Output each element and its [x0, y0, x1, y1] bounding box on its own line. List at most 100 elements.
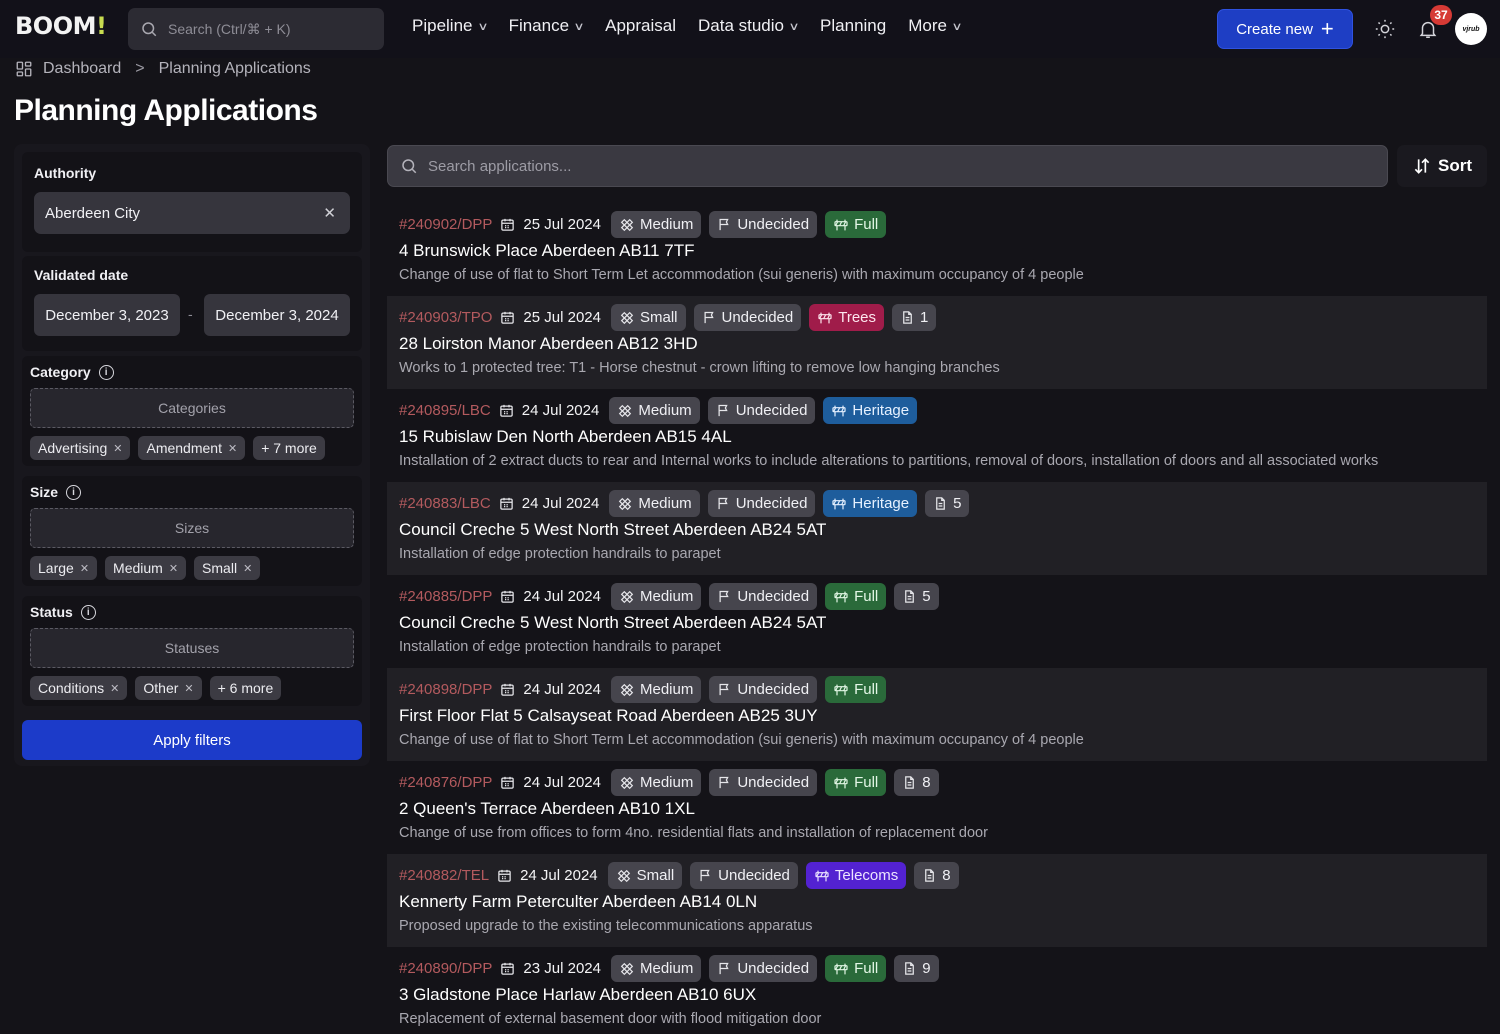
calendar-icon — [501, 776, 515, 789]
application-ref[interactable]: #240902/DPP — [399, 216, 492, 233]
authority-select[interactable]: Aberdeen City ✕ — [34, 192, 350, 234]
nav-appraisal[interactable]: Appraisal — [605, 16, 676, 36]
clear-icon[interactable]: ✕ — [323, 204, 336, 222]
remove-icon[interactable]: ✕ — [184, 682, 193, 695]
chip-amendment[interactable]: Amendment ✕ — [138, 436, 246, 460]
remove-icon[interactable]: ✕ — [80, 562, 89, 575]
applications-search-input[interactable]: Search applications... — [387, 145, 1388, 187]
application-address[interactable]: Council Creche 5 West North Street Aberd… — [399, 613, 1475, 637]
application-ref[interactable]: #240885/DPP — [399, 588, 492, 605]
chip-large[interactable]: Large ✕ — [30, 556, 98, 580]
nav-data-studio[interactable]: Data studio ∨ — [697, 16, 800, 36]
application-address[interactable]: 3 Gladstone Place Harlaw Aberdeen AB10 6… — [399, 985, 1475, 1009]
remove-icon[interactable]: ✕ — [110, 682, 119, 695]
validated-date: 25 Jul 2024 — [500, 216, 601, 233]
user-avatar[interactable]: vjrub — [1455, 13, 1487, 45]
remove-icon[interactable]: ✕ — [228, 442, 237, 455]
nav-pipeline[interactable]: Pipeline ∨ — [412, 16, 488, 36]
application-ref[interactable]: #240903/TPO — [399, 309, 492, 326]
application-row[interactable]: #240903/TPO 25 Jul 2024 Small Undecided … — [387, 296, 1487, 389]
nav-label: Data studio — [697, 16, 784, 35]
sort-button[interactable]: Sort — [1397, 145, 1487, 187]
application-address[interactable]: 2 Queen's Terrace Aberdeen AB10 1XL — [399, 799, 1475, 823]
theme-toggle-sun-icon[interactable] — [1374, 18, 1396, 40]
application-row[interactable]: #240883/LBC 24 Jul 2024 Medium Undecided… — [387, 482, 1487, 575]
application-row[interactable]: #240882/TEL 24 Jul 2024 Small Undecided … — [387, 854, 1487, 947]
date-separator: - — [188, 306, 193, 322]
info-icon[interactable]: i — [98, 364, 114, 380]
date-from-input[interactable]: December 3, 2023 — [34, 294, 180, 336]
validated-date: 24 Jul 2024 — [500, 774, 601, 791]
validated-date: 24 Jul 2024 — [499, 495, 599, 512]
size-filter: Size i Sizes Large ✕ Medium ✕ Small ✕ — [22, 476, 362, 586]
chip-label: Medium — [113, 560, 163, 576]
nav-finance[interactable]: Finance ∨ — [509, 16, 585, 36]
size-text: Medium — [639, 681, 694, 698]
chip-conditions[interactable]: Conditions ✕ — [30, 676, 128, 700]
decision-badge: Undecided — [693, 304, 802, 331]
remove-icon[interactable]: ✕ — [243, 562, 252, 575]
chip-advertising[interactable]: Advertising ✕ — [30, 436, 131, 460]
create-new-button[interactable]: Create new + — [1217, 9, 1353, 49]
documents-count: 5 — [953, 495, 962, 512]
application-description: Installation of 2 extract ducts to rear … — [399, 453, 1379, 469]
remove-icon[interactable]: ✕ — [113, 442, 122, 455]
application-address[interactable]: 28 Loirston Manor Aberdeen AB12 3HD — [399, 334, 1475, 358]
application-row[interactable]: #240890/DPP 23 Jul 2024 Medium Undecided… — [387, 947, 1487, 1034]
application-address[interactable]: First Floor Flat 5 Calsayseat Road Aberd… — [399, 706, 1475, 730]
application-ref[interactable]: #240883/LBC — [399, 495, 491, 512]
application-ref[interactable]: #240898/DPP — [399, 681, 492, 698]
chevron-down-icon: ∨ — [573, 20, 585, 33]
nav-more[interactable]: More ∨ — [908, 16, 962, 36]
remove-icon[interactable]: ✕ — [169, 562, 178, 575]
application-row[interactable]: #240885/DPP 24 Jul 2024 Medium Undecided… — [387, 575, 1487, 668]
application-address[interactable]: Council Creche 5 West North Street Aberd… — [399, 520, 1475, 544]
breadcrumb-dashboard[interactable]: Dashboard — [43, 60, 121, 78]
info-icon[interactable]: i — [66, 484, 82, 500]
application-row[interactable]: #240895/LBC 24 Jul 2024 Medium Undecided… — [387, 389, 1487, 482]
decision-text: Undecided — [737, 960, 810, 977]
sizes-select[interactable]: Sizes — [30, 508, 354, 548]
size-chips: Large ✕ Medium ✕ Small ✕ — [30, 556, 261, 580]
statuses-select[interactable]: Statuses — [30, 628, 354, 668]
application-row[interactable]: #240898/DPP 24 Jul 2024 Medium Undecided… — [387, 668, 1487, 761]
type-badge: Full — [825, 583, 887, 610]
plus-icon: + — [1320, 16, 1334, 41]
size-badge: Medium — [610, 583, 702, 610]
roadblock-icon — [815, 870, 829, 881]
global-search-input[interactable]: Search (Ctrl/⌘ + K) — [128, 8, 384, 50]
decision-badge: Undecided — [709, 676, 818, 703]
logo[interactable]: BOOM! — [15, 12, 107, 40]
application-ref[interactable]: #240895/LBC — [399, 402, 491, 419]
chip-more-statuses[interactable]: + 6 more — [209, 676, 282, 700]
chip-label: Amendment — [146, 440, 222, 456]
date-text: 24 Jul 2024 — [521, 402, 600, 419]
chip-medium[interactable]: Medium ✕ — [105, 556, 187, 580]
date-to-input[interactable]: December 3, 2024 — [204, 294, 350, 336]
application-address[interactable]: Kennerty Farm Peterculter Aberdeen AB14 … — [399, 892, 1475, 916]
application-address[interactable]: 4 Brunswick Place Aberdeen AB11 7TF — [399, 241, 1475, 265]
size-label-text: Size — [30, 484, 59, 500]
validated-date: 24 Jul 2024 — [500, 588, 601, 605]
calendar-icon — [498, 869, 511, 882]
application-row[interactable]: #240902/DPP 25 Jul 2024 Medium Undecided… — [387, 203, 1487, 296]
application-meta: #240876/DPP 24 Jul 2024 Medium Undecided… — [399, 768, 1475, 797]
chip-small[interactable]: Small ✕ — [194, 556, 261, 580]
application-ref[interactable]: #240890/DPP — [399, 960, 492, 977]
application-ref[interactable]: #240876/DPP — [399, 774, 492, 791]
chip-more-categories[interactable]: + 7 more — [253, 436, 325, 460]
roadblock-icon — [834, 219, 848, 230]
type-badge: Full — [825, 211, 887, 238]
flag-icon — [719, 590, 729, 603]
application-meta: #240883/LBC 24 Jul 2024 Medium Undecided… — [399, 489, 1475, 518]
ruler-icon — [620, 590, 634, 603]
nav-planning[interactable]: Planning — [820, 16, 886, 36]
size-text: Medium — [639, 216, 694, 233]
apply-filters-button[interactable]: Apply filters — [22, 720, 362, 760]
chip-other[interactable]: Other ✕ — [135, 676, 202, 700]
categories-select[interactable]: Categories — [30, 388, 354, 428]
application-row[interactable]: #240876/DPP 24 Jul 2024 Medium Undecided… — [387, 761, 1487, 854]
application-ref[interactable]: #240882/TEL — [399, 867, 489, 884]
info-icon[interactable]: i — [80, 604, 96, 620]
application-address[interactable]: 15 Rubislaw Den North Aberdeen AB15 4AL — [399, 427, 1475, 451]
